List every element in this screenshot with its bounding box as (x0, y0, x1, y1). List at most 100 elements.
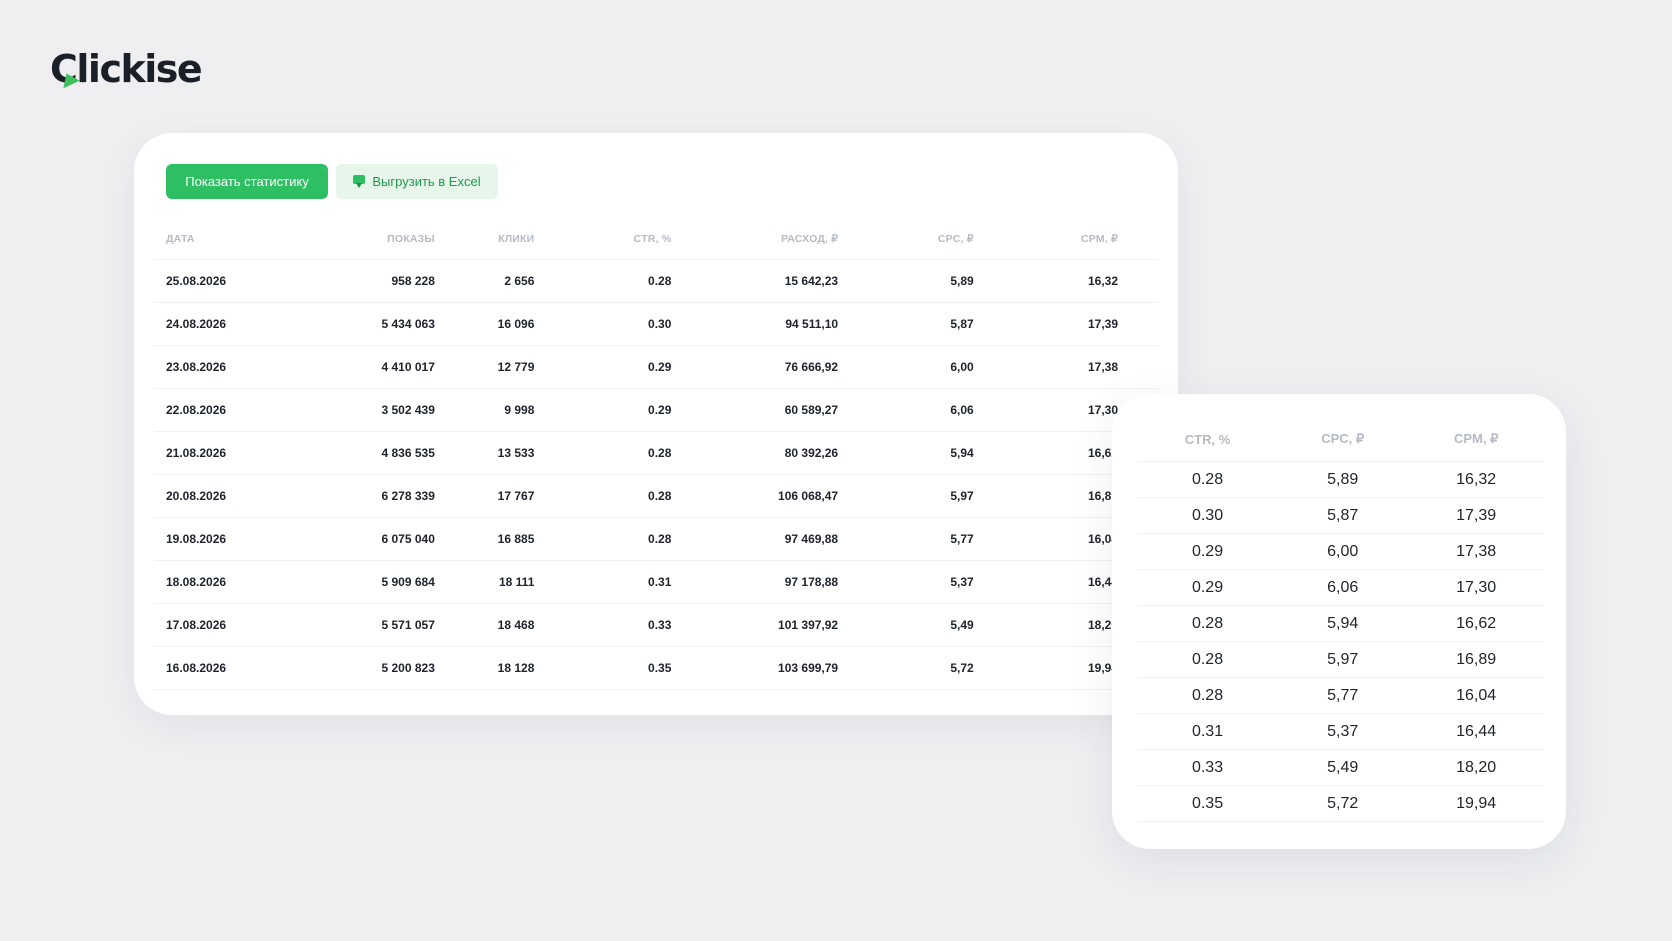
zoom-row: 0.29 6,06 17,30 (1138, 569, 1544, 606)
zoom-cell-cpm: 16,89 (1408, 641, 1544, 678)
cell-date: 23.08.2026 (154, 345, 304, 389)
cell-cpm: 16,32 (1013, 259, 1158, 303)
cell-cpc: 5,97 (878, 474, 1014, 518)
cell-shows: 5 434 063 (303, 302, 435, 346)
zoom-cell-ctr: 0.28 (1138, 461, 1278, 498)
cell-cost: 97 178,88 (711, 560, 879, 604)
cell-date: 16.08.2026 (154, 646, 304, 690)
zoom-row: 0.35 5,72 19,94 (1138, 785, 1544, 822)
cell-ctr: 0.29 (574, 345, 712, 389)
statistics-table: Дата Показы Клики CTR, % Расход, ₽ CPC, … (154, 219, 1158, 690)
column-header-shows[interactable]: Показы (303, 219, 435, 260)
cell-cost: 97 469,88 (711, 517, 879, 561)
table-row[interactable]: 18.08.2026 5 909 684 18 111 0.31 97 178,88 5,… (154, 560, 1158, 604)
cell-cpm: 17,38 (1013, 345, 1158, 389)
cell-date: 22.08.2026 (154, 388, 304, 432)
table-row[interactable]: 23.08.2026 4 410 017 12 779 0.29 76 666,92 6,… (154, 345, 1158, 389)
table-row[interactable]: 25.08.2026 958 228 2 656 0.28 15 642,23 5,89 1… (154, 259, 1158, 303)
cell-cost: 101 397,92 (711, 603, 879, 647)
zoom-cell-cpm: 16,44 (1408, 713, 1544, 750)
zoom-cell-cpc: 5,77 (1277, 677, 1409, 714)
zoom-row: 0.28 5,77 16,04 (1138, 677, 1544, 714)
cell-ctr: 0.30 (574, 302, 712, 346)
cell-shows: 6 278 339 (303, 474, 435, 518)
cell-date: 19.08.2026 (154, 517, 304, 561)
cell-ctr: 0.28 (574, 259, 712, 303)
cell-clicks: 16 885 (434, 517, 575, 561)
cell-ctr: 0.33 (574, 603, 712, 647)
zoom-cell-ctr: 0.28 (1138, 641, 1278, 678)
column-header-clicks[interactable]: Клики (434, 219, 575, 260)
zoom-cell-ctr: 0.35 (1138, 785, 1278, 822)
cell-clicks: 2 656 (434, 259, 575, 303)
zoom-row: 0.28 5,97 16,89 (1138, 641, 1544, 678)
zoom-cell-ctr: 0.28 (1138, 605, 1278, 642)
zoom-cell-cpc: 6,06 (1277, 569, 1409, 606)
cell-cpc: 5,89 (878, 259, 1014, 303)
zoom-row: 0.28 5,89 16,32 (1138, 461, 1544, 498)
zoom-row: 0.30 5,87 17,39 (1138, 497, 1544, 534)
column-header-cost[interactable]: Расход, ₽ (711, 219, 879, 260)
brand-logo: Clickise (50, 44, 203, 94)
table-row[interactable]: 21.08.2026 4 836 535 13 533 0.28 80 392,26 5,… (154, 431, 1158, 475)
cell-ctr: 0.28 (574, 474, 712, 518)
brand-name: Clickise (50, 47, 203, 91)
cell-cpc: 5,37 (878, 560, 1014, 604)
table-row[interactable]: 17.08.2026 5 571 057 18 468 0.33 101 397,92 5… (154, 603, 1158, 647)
table-row[interactable]: 22.08.2026 3 502 439 9 998 0.29 60 589,27 6,0… (154, 388, 1158, 432)
toolbar: Показать статистику Выгрузить в Excel (166, 164, 498, 199)
cell-clicks: 18 468 (434, 603, 575, 647)
cell-clicks: 16 096 (434, 302, 575, 346)
cell-ctr: 0.28 (574, 431, 712, 475)
cell-cost: 80 392,26 (711, 431, 879, 475)
cell-date: 21.08.2026 (154, 431, 304, 475)
column-header-cpm[interactable]: CPM, ₽ (1013, 219, 1158, 260)
cell-cpc: 5,77 (878, 517, 1014, 561)
zoom-row: 0.33 5,49 18,20 (1138, 749, 1544, 786)
cell-shows: 6 075 040 (303, 517, 435, 561)
zoom-column-header-cpm: CPM, ₽ (1408, 417, 1544, 462)
cell-cpc: 5,87 (878, 302, 1014, 346)
zoom-cell-cpm: 17,30 (1408, 569, 1544, 606)
table-row[interactable]: 24.08.2026 5 434 063 16 096 0.30 94 511,10 5,… (154, 302, 1158, 346)
zoom-cell-cpm: 16,32 (1408, 461, 1544, 498)
statistics-panel: Показать статистику Выгрузить в Excel Да… (134, 133, 1178, 715)
table-header-row: Дата Показы Клики CTR, % Расход, ₽ CPC, … (154, 219, 1158, 260)
column-header-cpc[interactable]: CPC, ₽ (878, 219, 1014, 260)
zoom-cell-cpm: 19,94 (1408, 785, 1544, 822)
cell-cpc: 6,06 (878, 388, 1014, 432)
table-row[interactable]: 19.08.2026 6 075 040 16 885 0.28 97 469,88 5,… (154, 517, 1158, 561)
cell-cost: 106 068,47 (711, 474, 879, 518)
zoom-cell-ctr: 0.29 (1138, 569, 1278, 606)
cell-shows: 958 228 (303, 259, 435, 303)
cell-shows: 4 836 535 (303, 431, 435, 475)
zoom-cell-cpm: 17,38 (1408, 533, 1544, 570)
cell-cpc: 5,49 (878, 603, 1014, 647)
zoom-row: 0.31 5,37 16,44 (1138, 713, 1544, 750)
cell-cpc: 6,00 (878, 345, 1014, 389)
zoom-cell-cpc: 5,89 (1277, 461, 1409, 498)
export-excel-label: Выгрузить в Excel (372, 174, 481, 189)
export-excel-button[interactable]: Выгрузить в Excel (336, 164, 498, 199)
zoom-header-row: CTR, % CPC, ₽ CPM, ₽ (1138, 417, 1544, 462)
excel-download-icon (353, 175, 366, 188)
cell-clicks: 12 779 (434, 345, 575, 389)
show-statistics-button[interactable]: Показать статистику (166, 164, 328, 199)
cell-ctr: 0.31 (574, 560, 712, 604)
cell-ctr: 0.35 (574, 646, 712, 690)
cell-cost: 103 699,79 (711, 646, 879, 690)
zoom-cell-ctr: 0.33 (1138, 749, 1278, 786)
zoom-cell-cpm: 18,20 (1408, 749, 1544, 786)
cell-cpm: 17,39 (1013, 302, 1158, 346)
column-header-date[interactable]: Дата (154, 219, 304, 260)
zoom-cell-cpc: 5,72 (1277, 785, 1409, 822)
zoom-row: 0.28 5,94 16,62 (1138, 605, 1544, 642)
zoom-cell-cpm: 17,39 (1408, 497, 1544, 534)
zoom-cell-cpc: 6,00 (1277, 533, 1409, 570)
zoomed-metrics-panel: CTR, % CPC, ₽ CPM, ₽ 0.28 5,89 16,32 0.30 5,… (1112, 394, 1566, 849)
table-row[interactable]: 20.08.2026 6 278 339 17 767 0.28 106 068,47 5… (154, 474, 1158, 518)
table-row[interactable]: 16.08.2026 5 200 823 18 128 0.35 103 699,79 5… (154, 646, 1158, 690)
column-header-ctr[interactable]: CTR, % (574, 219, 712, 260)
cell-clicks: 9 998 (434, 388, 575, 432)
zoom-cell-cpc: 5,49 (1277, 749, 1409, 786)
